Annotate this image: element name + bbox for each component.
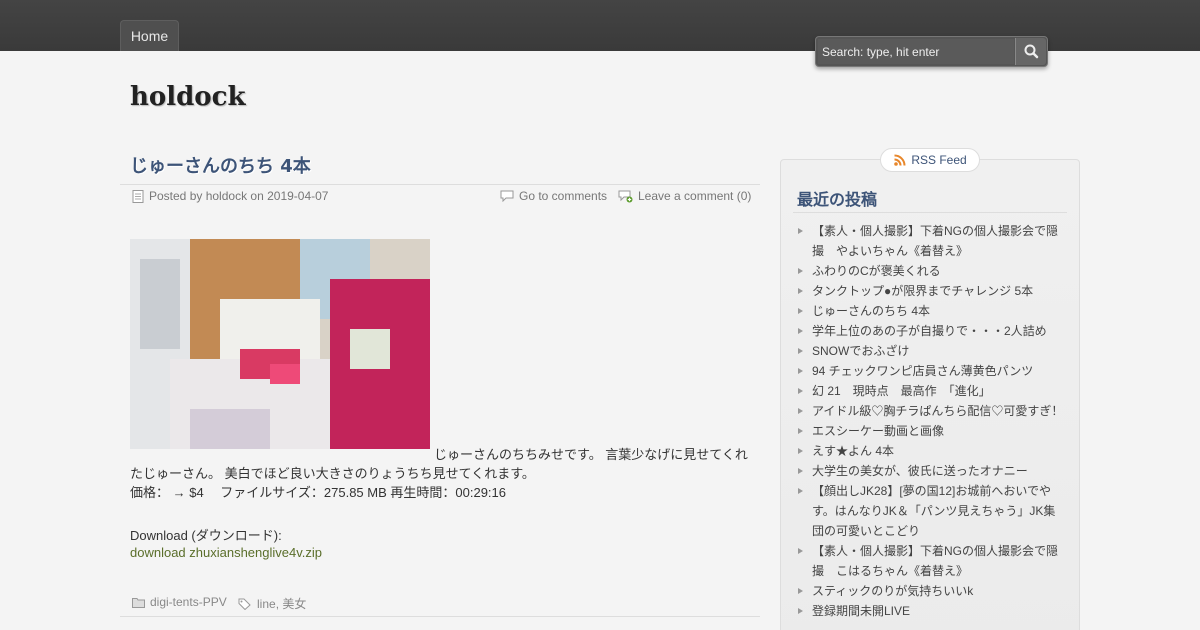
recent-post-link[interactable]: 【素人・個人撮影】下着NGの個人撮影会で隠撮 やよいちゃん《着替え》 bbox=[796, 221, 1066, 261]
add-comment-icon bbox=[618, 190, 633, 202]
recent-post-link[interactable]: 94 チェックワンピ店員さん薄黄色パンツ bbox=[796, 361, 1066, 381]
post-title[interactable]: じゅーさんのちち 4本 bbox=[130, 152, 311, 178]
post-image[interactable] bbox=[130, 239, 430, 449]
recent-post-link[interactable]: 登録期間未開LIVE bbox=[796, 601, 1066, 621]
document-icon bbox=[132, 189, 144, 203]
leave-comment-link[interactable]: Leave a comment (0) bbox=[638, 189, 751, 203]
rss-feed-label: RSS Feed bbox=[911, 153, 967, 167]
rss-feed-button[interactable]: RSS Feed bbox=[880, 148, 980, 172]
category-link[interactable]: digi-tents-PPV bbox=[150, 595, 227, 609]
post-meta: Posted by holdock on 2019-04-07 Go to co… bbox=[120, 184, 760, 209]
recent-post-link[interactable]: じゅーさんのちち 4本 bbox=[796, 301, 1066, 321]
recent-post-link[interactable]: 【素人・個人撮影】下着NGの個人撮影会で隠撮 こはるちゃん《着替え》 bbox=[796, 541, 1066, 581]
recent-posts-title: 最近の投稿 bbox=[797, 190, 878, 209]
search-box bbox=[815, 36, 1048, 67]
recent-posts-list: 【素人・個人撮影】下着NGの個人撮影会で隠撮 やよいちゃん《着替え》 ふわりのC… bbox=[796, 221, 1066, 621]
post-body-line-3: 価格： → $4 ファイルサイズ：275.85 MB 再生時間：00:29:16 bbox=[130, 485, 506, 500]
search-button[interactable] bbox=[1015, 38, 1046, 65]
recent-post-link[interactable]: SNOWでおふざけ bbox=[796, 341, 1066, 361]
post-footer: digi-tents-PPV line, 美女 bbox=[120, 590, 760, 617]
recent-post-link[interactable]: タンクトップ●が限界までチャレンジ 5本 bbox=[796, 281, 1066, 301]
recent-post-link[interactable]: スティックのりが気持ちいいk bbox=[796, 581, 1066, 601]
download-link[interactable]: download zhuxianshenglive4v.zip bbox=[130, 545, 322, 560]
post-body-line-2: たじゅーさん。 美白でほど良い大きさのりょうちち見せてくれます。 bbox=[130, 466, 535, 481]
tag-link-line[interactable]: line bbox=[257, 597, 276, 611]
folder-icon bbox=[132, 597, 145, 608]
recent-post-link[interactable]: 大学生の美女が、彼氏に送ったオナニー bbox=[796, 461, 1066, 481]
recent-post-link[interactable]: 幻 21 現時点 最高作 「進化」 bbox=[796, 381, 1066, 401]
posted-on-text: on bbox=[247, 189, 268, 203]
tag-link-bijo[interactable]: 美女 bbox=[282, 597, 306, 611]
tag-icon bbox=[238, 598, 251, 610]
site-title[interactable]: holdock bbox=[130, 82, 246, 112]
post-date: 2019-04-07 bbox=[267, 189, 329, 203]
search-icon bbox=[1024, 44, 1039, 59]
search-input[interactable] bbox=[818, 39, 1014, 64]
widget-divider bbox=[793, 212, 1067, 213]
speech-bubble-icon bbox=[500, 190, 514, 202]
recent-post-link[interactable]: エスシーケー動画と画像 bbox=[796, 421, 1066, 441]
download-heading: Download (ダウンロード): bbox=[130, 528, 282, 543]
posted-by-prefix: Posted by bbox=[149, 189, 206, 203]
post-author-link[interactable]: holdock bbox=[206, 189, 247, 203]
recent-post-link[interactable]: アイドル級♡胸チラぱんちら配信♡可愛すぎ！ bbox=[796, 401, 1066, 421]
recent-post-link[interactable]: えす★よん 4本 bbox=[796, 441, 1066, 461]
recent-post-link[interactable]: 学年上位のあの子が自撮りで・・・2人詰め bbox=[796, 321, 1066, 341]
post-body: じゅーさんのちちみせです。 言葉少なげに見せてくれ たじゅーさん。 美白でほど良… bbox=[130, 445, 755, 502]
post-body-line-1: じゅーさんのちちみせです。 言葉少なげに見せてくれ bbox=[434, 447, 748, 462]
recent-post-link[interactable]: 【顔出しJK28】[夢の国12]お城前へおいでや す。はんなりJK＆「パンツ見え… bbox=[796, 481, 1066, 541]
nav-home-tab[interactable]: Home bbox=[120, 20, 179, 51]
go-to-comments-link[interactable]: Go to comments bbox=[519, 189, 607, 203]
rss-icon bbox=[894, 154, 906, 166]
recent-post-link[interactable]: ふわりのCが褒美くれる bbox=[796, 261, 1066, 281]
